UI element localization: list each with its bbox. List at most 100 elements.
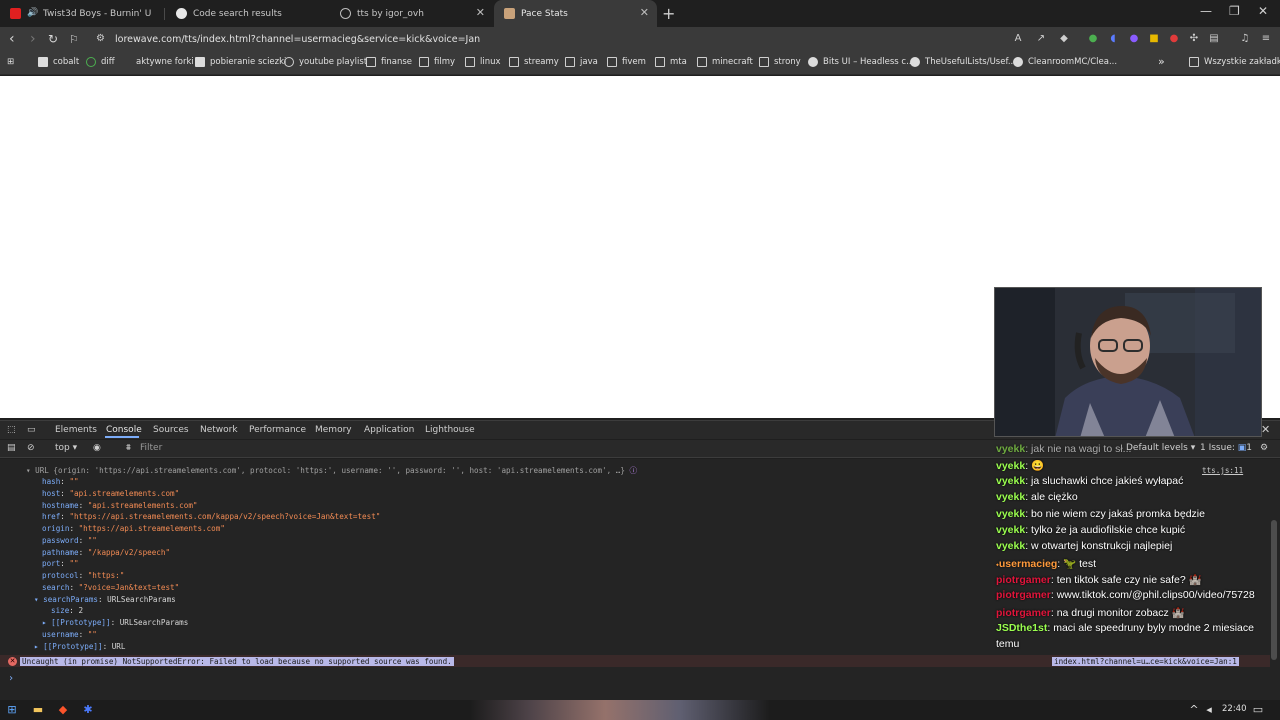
devtools-tab-memory[interactable]: Memory [315, 425, 352, 435]
extension-yellow-icon[interactable]: ■ [1147, 32, 1161, 46]
extension-purple-icon[interactable]: ● [1127, 32, 1141, 46]
tab-code-search[interactable]: Code search results [166, 0, 328, 27]
more-bookmarks-icon[interactable]: » [1158, 55, 1165, 68]
reload-icon[interactable]: ↻ [48, 32, 58, 46]
devtools-tab-console[interactable]: Console [106, 425, 142, 435]
console-property-line[interactable]: protocol: "https:" [42, 571, 124, 580]
bookmark-linux[interactable]: linux [465, 57, 501, 67]
bookmark-usefullists[interactable]: TheUsefulLists/Usef... [910, 57, 1016, 67]
bookmark-java[interactable]: java [565, 57, 598, 67]
brave-browser-icon[interactable]: ◆ [57, 704, 69, 716]
new-tab-button[interactable]: + [662, 4, 675, 23]
file-explorer-icon[interactable]: ▬ [32, 704, 44, 716]
console-property-line[interactable]: port: "" [42, 559, 79, 568]
context-select[interactable]: top ▾ [55, 443, 77, 453]
bookmark-label: strony [774, 57, 801, 67]
error-source-link[interactable]: index.html?channel=u…ce=kick&voice=Jan:1 [1052, 657, 1239, 666]
tab-strip: 🔊 Twist3d Boys - Burnin' Up (Lyric V Cod… [0, 0, 1280, 27]
log-levels-select[interactable]: Default levels ▾ [1126, 443, 1195, 453]
bookmark-youtube-playlist[interactable]: youtube playlist [284, 57, 367, 67]
close-tab-icon[interactable]: ✕ [476, 6, 485, 19]
console-property-line[interactable]: password: "" [42, 536, 97, 545]
property-key: username [42, 630, 79, 639]
console-url-object[interactable]: ▾ URL {origin: 'https://api.streamelemen… [26, 465, 637, 476]
console-property-line[interactable]: ▾ searchParams: URLSearchParams [34, 595, 176, 604]
bookmark-fivem[interactable]: fivem [607, 57, 646, 67]
clear-console-icon[interactable]: ⊘ [27, 443, 35, 453]
console-property-line[interactable]: pathname: "/kappa/v2/speech" [42, 548, 170, 557]
devtools-tab-lighthouse[interactable]: Lighthouse [425, 425, 475, 435]
share-icon[interactable]: ↗ [1034, 32, 1048, 46]
tab-tts[interactable]: tts by igor_ovh ✕ [330, 0, 493, 27]
apps-icon[interactable]: ⊞ [7, 57, 14, 67]
volume-icon[interactable]: ◂ [1203, 704, 1215, 716]
bookmark-aktywne-forki[interactable]: aktywne forki [125, 57, 194, 67]
back-icon[interactable]: ‹ [9, 31, 15, 47]
tab-pace-stats[interactable]: Pace Stats ✕ [494, 0, 657, 27]
bookmark-bits-ui[interactable]: Bits UI – Headless c... [808, 57, 914, 67]
media-icon[interactable]: ♫ [1238, 32, 1252, 46]
start-icon[interactable]: ⊞ [6, 704, 18, 716]
devtools-tab-sources[interactable]: Sources [153, 425, 189, 435]
devtools-tab-elements[interactable]: Elements [55, 425, 97, 435]
app-icon[interactable]: ✱ [82, 704, 94, 716]
property-value: "" [69, 477, 79, 486]
bookmark-cobalt[interactable]: cobalt [38, 57, 79, 67]
translate-icon[interactable]: A [1011, 32, 1025, 46]
extension-leaf-icon[interactable]: ● [1086, 32, 1100, 46]
tab-twist3d[interactable]: 🔊 Twist3d Boys - Burnin' Up (Lyric V [0, 0, 162, 27]
bookmark-filmy[interactable]: filmy [419, 57, 455, 67]
property-key: href [42, 512, 61, 521]
bookmark-pobieranie[interactable]: pobieranie sciezki [195, 57, 286, 67]
minimize-icon[interactable]: — [1200, 4, 1212, 18]
sidebar-toggle-icon[interactable]: ▤ [7, 443, 16, 453]
bookmark-all[interactable]: Wszystkie zakładki [1189, 57, 1280, 67]
devtools-tab-performance[interactable]: Performance [249, 425, 306, 435]
console-property-line[interactable]: hostname: "api.streamelements.com" [42, 501, 197, 510]
forward-icon[interactable]: › [30, 31, 36, 47]
console-property-line[interactable]: size: 2 [51, 606, 83, 615]
devtools-tab-application[interactable]: Application [364, 425, 414, 435]
site-info-icon[interactable]: ⚙ [96, 33, 105, 44]
console-property-line[interactable]: ▸ [[Prototype]]: URLSearchParams [42, 618, 188, 627]
address-bar[interactable]: lorewave.com/tts/index.html?channel=user… [115, 34, 480, 45]
extension-red-icon[interactable]: ● [1167, 32, 1181, 46]
bookmark-icon[interactable]: ⚐ [69, 33, 79, 46]
console-property-line[interactable]: host: "api.streamelements.com" [42, 489, 179, 498]
console-property-line[interactable]: ▸ [[Prototype]]: URL [34, 642, 125, 651]
inspect-element-icon[interactable]: ⬚ [7, 425, 16, 435]
console-property-line[interactable]: search: "?voice=Jan&text=test" [42, 583, 179, 592]
brave-shield-icon[interactable]: ◆ [1057, 32, 1071, 46]
bookmark-finanse[interactable]: finanse [366, 57, 412, 67]
tray-chevron-icon[interactable]: ^ [1188, 704, 1200, 716]
live-expression-icon[interactable]: ◉ [93, 443, 101, 453]
sidebar-icon[interactable]: ▤ [1207, 32, 1221, 46]
console-property-line[interactable]: href: "https://api.streamelements.com/ka… [42, 512, 380, 521]
bookmark-mta[interactable]: mta [655, 57, 687, 67]
property-value: URL [111, 642, 126, 651]
bookmark-streamy[interactable]: streamy [509, 57, 559, 67]
notifications-icon[interactable]: ▭ [1252, 704, 1264, 716]
browser-toolbar: ‹ › ↻ ⚐ ⚙ lorewave.com/tts/index.html?ch… [0, 27, 1280, 53]
close-window-icon[interactable]: ✕ [1258, 4, 1268, 18]
console-property-line[interactable]: origin: "https://api.streamelements.com" [42, 524, 225, 533]
restore-icon[interactable]: ❐ [1229, 4, 1240, 18]
close-tab-icon[interactable]: ✕ [640, 6, 649, 19]
bookmark-strony[interactable]: strony [759, 57, 801, 67]
extension-audio-icon[interactable]: ◖ [1106, 32, 1120, 46]
console-property-line[interactable]: hash: "" [42, 477, 79, 486]
levels-label: Default levels [1126, 443, 1188, 453]
console-property-line[interactable]: username: "" [42, 630, 97, 639]
extensions-puzzle-icon[interactable]: ✣ [1187, 32, 1201, 46]
bookmark-minecraft[interactable]: minecraft [697, 57, 753, 67]
console-prompt[interactable]: › [8, 673, 14, 684]
close-devtools-icon[interactable]: ✕ [1261, 423, 1270, 436]
filter-input[interactable]: Filter [140, 443, 162, 453]
property-value: "" [69, 559, 79, 568]
bookmark-cleanroommc[interactable]: CleanroomMC/Clea... [1013, 57, 1117, 67]
device-toolbar-icon[interactable]: ▭ [27, 425, 36, 435]
devtools-tab-network[interactable]: Network [200, 425, 238, 435]
bookmark-diff[interactable]: diff [86, 57, 115, 67]
menu-icon[interactable]: ≡ [1259, 32, 1273, 46]
bookmark-label: java [580, 57, 598, 67]
